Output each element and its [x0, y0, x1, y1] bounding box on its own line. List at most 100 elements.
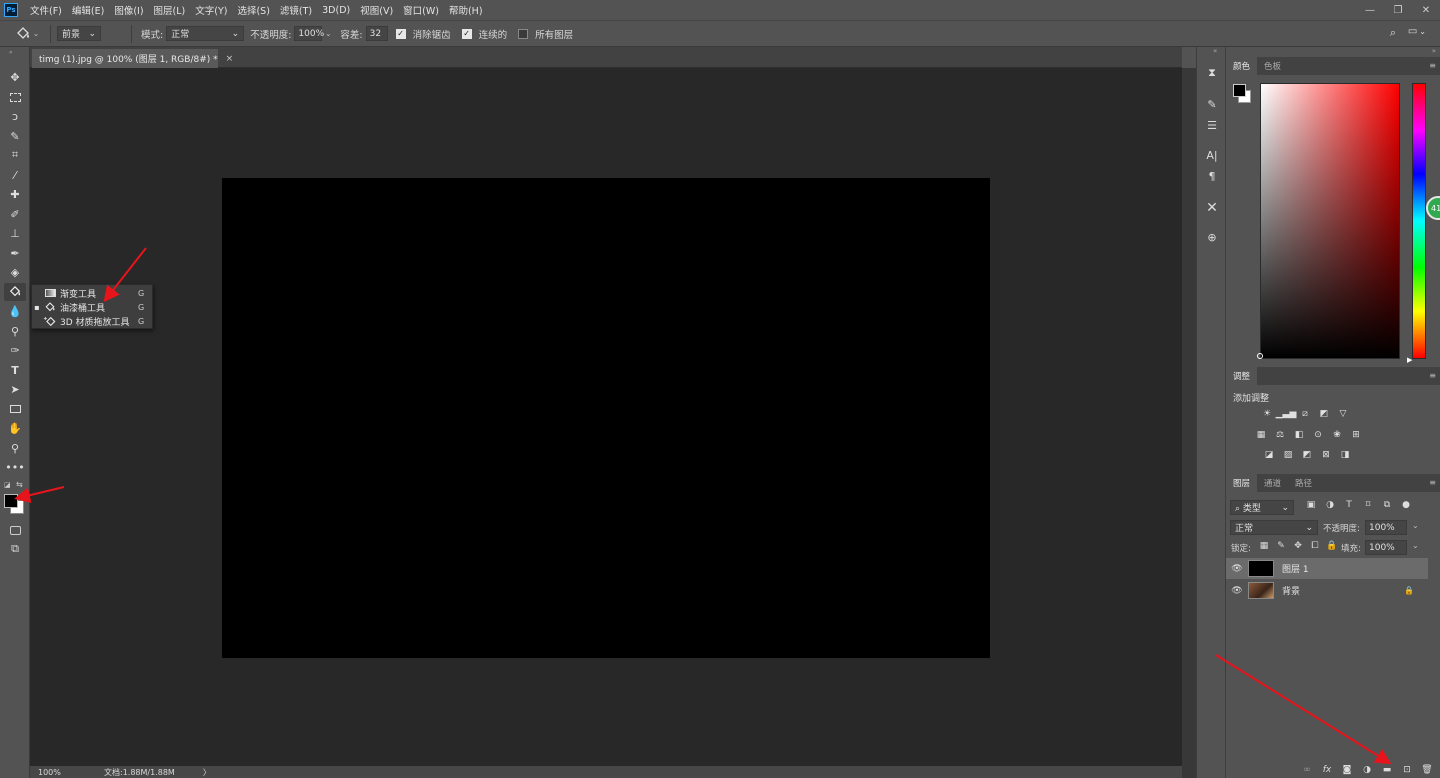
- delete-icon[interactable]: 🗑: [1420, 765, 1434, 775]
- type-filter-icon[interactable]: T: [1342, 500, 1356, 510]
- invert-icon[interactable]: ◪: [1262, 449, 1276, 461]
- tab-channels[interactable]: 通道: [1257, 474, 1288, 492]
- fill-source-select[interactable]: 前景 ⌄: [57, 26, 101, 41]
- screen-mode-icon[interactable]: ⧉: [4, 540, 26, 558]
- clone-source-icon[interactable]: ⊕: [1202, 228, 1222, 246]
- antialias-checkbox[interactable]: ✓: [395, 28, 406, 39]
- path-selection-tool-icon[interactable]: ➤: [4, 380, 26, 398]
- collapse-arrows-icon[interactable]: »: [1432, 47, 1436, 55]
- photo-filter-icon[interactable]: ⊙: [1311, 429, 1325, 441]
- foreground-color-swatch[interactable]: [1233, 84, 1246, 97]
- panel-menu-icon[interactable]: ≡: [1429, 478, 1436, 487]
- swap-colors-icon[interactable]: ⇆: [16, 480, 23, 489]
- menu-layer[interactable]: 图层(L): [149, 3, 191, 17]
- more-tools-icon[interactable]: •••: [4, 458, 26, 476]
- color-field[interactable]: [1260, 83, 1400, 359]
- color-picker-marker[interactable]: [1257, 353, 1263, 359]
- fill-input[interactable]: 100%: [1365, 540, 1407, 555]
- zoom-level[interactable]: 100%: [38, 768, 78, 777]
- quick-selection-tool-icon[interactable]: ✎: [4, 127, 26, 145]
- paragraph-panel-icon[interactable]: ¶: [1202, 167, 1222, 185]
- properties-panel-icon[interactable]: ☰: [1202, 116, 1222, 134]
- flyout-item-gradient[interactable]: 渐变工具 G: [32, 286, 152, 300]
- character-panel-icon[interactable]: A|: [1202, 146, 1222, 164]
- image-canvas[interactable]: [222, 178, 990, 658]
- color-lookup-icon[interactable]: ⊞: [1349, 429, 1363, 441]
- floating-badge[interactable]: 41: [1426, 196, 1440, 220]
- fx-icon[interactable]: fx: [1320, 765, 1334, 775]
- group-icon[interactable]: ▬: [1380, 765, 1394, 775]
- workspace-switcher[interactable]: ▭ ⌄: [1408, 26, 1426, 37]
- paint-bucket-tool-icon[interactable]: [4, 283, 26, 301]
- document-tab[interactable]: timg (1).jpg @ 100% (图层 1, RGB/8#) * ×: [32, 49, 233, 68]
- menu-filter[interactable]: 滤镜(T): [275, 3, 317, 17]
- tab-color[interactable]: 颜色: [1226, 57, 1258, 75]
- flyout-item-3d-material-drop[interactable]: 3D 材质拖放工具 G: [32, 314, 152, 328]
- curves-icon[interactable]: ⧄: [1298, 408, 1312, 420]
- rectangle-tool-icon[interactable]: [4, 400, 26, 418]
- lock-all-icon[interactable]: 🔒: [1325, 541, 1339, 551]
- chevron-down-icon[interactable]: ⌄: [1412, 541, 1419, 550]
- layer-row[interactable]: 👁 背景 🔒: [1226, 580, 1428, 601]
- layer-opacity-input[interactable]: 100%: [1365, 520, 1407, 535]
- tolerance-input[interactable]: 32: [365, 26, 388, 41]
- zoom-tool-icon[interactable]: ⚲: [4, 439, 26, 457]
- menu-edit[interactable]: 编辑(E): [67, 3, 109, 17]
- opacity-input[interactable]: 100%: [294, 26, 324, 41]
- layer-filter-select[interactable]: ⌕ 类型 ⌄: [1230, 500, 1294, 515]
- history-panel-icon[interactable]: ⧗: [1202, 64, 1222, 82]
- brightness-contrast-icon[interactable]: ☀: [1260, 408, 1274, 420]
- blur-tool-icon[interactable]: 💧: [4, 302, 26, 320]
- menu-help[interactable]: 帮助(H): [444, 3, 488, 17]
- brush-tool-icon[interactable]: ✐: [4, 205, 26, 223]
- black-white-icon[interactable]: ◧: [1292, 429, 1306, 441]
- adjustment-filter-icon[interactable]: ◑: [1323, 500, 1337, 510]
- menu-image[interactable]: 图像(I): [109, 3, 148, 17]
- link-icon[interactable]: ∞: [1300, 765, 1314, 775]
- document-workspace[interactable]: [30, 68, 1182, 766]
- tool-presets-icon[interactable]: ✕: [1202, 199, 1222, 217]
- contiguous-checkbox[interactable]: ✓: [461, 28, 472, 39]
- dodge-tool-icon[interactable]: ⚲: [4, 322, 26, 340]
- panel-menu-icon[interactable]: ≡: [1429, 61, 1436, 70]
- shape-filter-icon[interactable]: ⌑: [1361, 500, 1375, 510]
- selective-color-icon[interactable]: ◨: [1338, 449, 1352, 461]
- color-balance-icon[interactable]: ⚖: [1273, 429, 1287, 441]
- blend-mode-select[interactable]: 正常 ⌄: [1230, 520, 1318, 535]
- visibility-eye-icon[interactable]: 👁: [1226, 564, 1248, 574]
- hue-slider-handle-icon[interactable]: ▶: [1407, 356, 1412, 364]
- pen-tool-icon[interactable]: ✑: [4, 341, 26, 359]
- exposure-icon[interactable]: ◩: [1317, 408, 1331, 420]
- collapse-arrows-icon[interactable]: »: [9, 49, 13, 56]
- lock-transparent-icon[interactable]: ▦: [1257, 541, 1271, 551]
- tab-adjustments[interactable]: 调整: [1226, 367, 1258, 385]
- collapse-arrows-icon[interactable]: «: [1213, 47, 1217, 55]
- gradient-map-icon[interactable]: ⊠: [1319, 449, 1333, 461]
- hue-saturation-icon[interactable]: ▦: [1254, 429, 1268, 441]
- hand-tool-icon[interactable]: ✋: [4, 419, 26, 437]
- hue-slider[interactable]: [1412, 83, 1426, 359]
- type-tool-icon[interactable]: T: [4, 361, 26, 379]
- channel-mixer-icon[interactable]: ❀: [1330, 429, 1344, 441]
- threshold-icon[interactable]: ◩: [1300, 449, 1314, 461]
- menu-3d[interactable]: 3D(D): [317, 5, 355, 16]
- menu-file[interactable]: 文件(F): [25, 3, 67, 17]
- eyedropper-tool-icon[interactable]: ⁄: [4, 166, 26, 184]
- opacity-dropdown-icon[interactable]: ⌄: [322, 29, 334, 38]
- chevron-down-icon[interactable]: ⌄: [1412, 521, 1419, 530]
- tab-swatches[interactable]: 色板: [1257, 57, 1288, 75]
- clone-stamp-tool-icon[interactable]: ⊥: [4, 224, 26, 242]
- levels-icon[interactable]: ▁▃▅: [1276, 408, 1297, 420]
- marquee-tool-icon[interactable]: [4, 88, 26, 106]
- menu-view[interactable]: 视图(V): [355, 3, 398, 17]
- eraser-tool-icon[interactable]: ◈: [4, 263, 26, 281]
- visibility-eye-icon[interactable]: 👁: [1226, 586, 1248, 596]
- lock-image-icon[interactable]: ✎: [1274, 541, 1288, 551]
- menu-select[interactable]: 选择(S): [232, 3, 274, 17]
- mask-icon[interactable]: ◙: [1340, 765, 1354, 775]
- foreground-color-swatch[interactable]: [4, 494, 18, 508]
- filter-toggle-icon[interactable]: ●: [1399, 500, 1413, 510]
- brush-settings-icon[interactable]: ✎: [1202, 95, 1222, 113]
- layer-row[interactable]: 👁 图层 1: [1226, 558, 1428, 579]
- restore-button[interactable]: ❐: [1384, 0, 1412, 20]
